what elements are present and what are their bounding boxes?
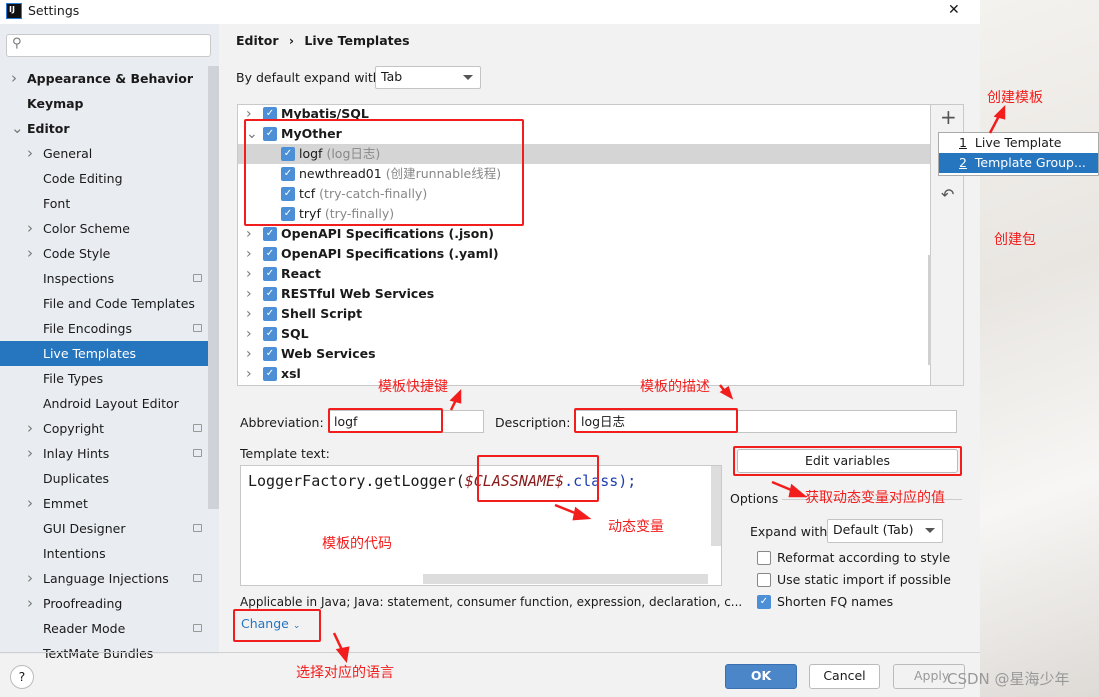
annotation-arrows [332,104,1006,663]
